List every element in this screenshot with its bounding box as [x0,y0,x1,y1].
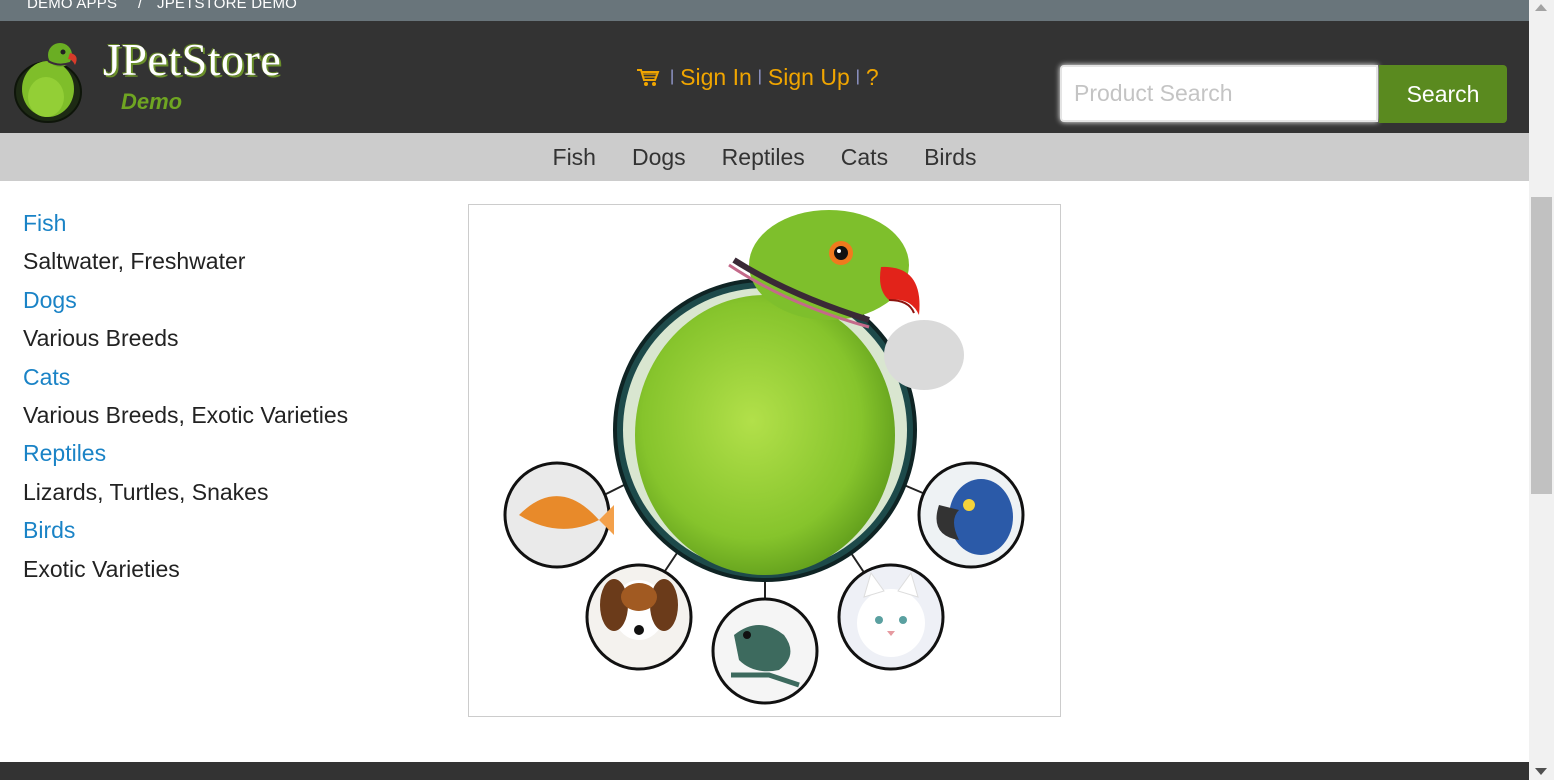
sidebar: Fish Saltwater, Freshwater Dogs Various … [23,206,348,590]
nav-item-reptiles[interactable]: Reptiles [722,144,805,171]
breadcrumb-demo-apps[interactable]: DEMO APPS [27,0,117,12]
breadcrumb-separator: / [138,0,143,12]
sidebar-item-birds[interactable]: Birds [23,517,75,543]
help-link[interactable]: ? [866,64,879,91]
separator: | [670,68,675,85]
parrot-logo-icon[interactable] [12,37,87,123]
sidebar-desc-fish: Saltwater, Freshwater [23,248,246,275]
breadcrumb: DEMO APPS / JPETSTORE DEMO [0,0,1529,21]
category-nav: Fish Dogs Reptiles Cats Birds [0,133,1529,181]
sidebar-desc-birds: Exotic Varieties [23,555,180,582]
sidebar-item-reptiles[interactable]: Reptiles [23,440,106,466]
search-button[interactable]: Search [1379,65,1507,123]
product-search-input[interactable] [1060,65,1378,122]
breadcrumb-jpetstore-demo[interactable]: JPETSTORE DEMO [157,0,297,12]
sign-up-link[interactable]: Sign Up [768,64,850,91]
sidebar-desc-reptiles: Lizards, Turtles, Snakes [23,478,269,505]
fish-thumb [503,461,614,569]
reptile-thumb [711,597,819,705]
sidebar-item-fish[interactable]: Fish [23,210,66,236]
sidebar-desc-cats: Various Breeds, Exotic Varieties [23,401,349,428]
site-header: JPetStore Demo | Sign In | Sign Up | ? S… [0,21,1529,133]
scroll-down-arrow-icon[interactable] [1535,768,1547,775]
sidebar-desc-dogs: Various Breeds [23,325,179,352]
site-footer [0,762,1529,780]
shopping-cart-icon[interactable] [636,67,660,87]
sidebar-item-dogs[interactable]: Dogs [23,287,77,313]
sidebar-item-cats[interactable]: Cats [23,364,70,390]
scroll-up-arrow-icon[interactable] [1535,4,1547,11]
pet-categories-image [468,204,1061,717]
scrollbar-thumb[interactable] [1531,197,1552,494]
nav-item-birds[interactable]: Birds [924,144,976,171]
sign-in-link[interactable]: Sign In [680,64,752,91]
nav-item-dogs[interactable]: Dogs [632,144,686,171]
account-menu: | Sign In | Sign Up | ? [636,61,879,93]
nav-item-cats[interactable]: Cats [841,144,888,171]
pet-image-map [503,210,1025,705]
separator: | [855,68,860,85]
separator: | [757,68,762,85]
dog-thumb [585,563,693,671]
brand-title[interactable]: JPetStore [103,33,281,86]
nav-item-fish[interactable]: Fish [553,144,596,171]
brand-subtitle: Demo [121,89,183,114]
bird-thumb [917,461,1025,569]
cat-thumb [837,563,945,671]
